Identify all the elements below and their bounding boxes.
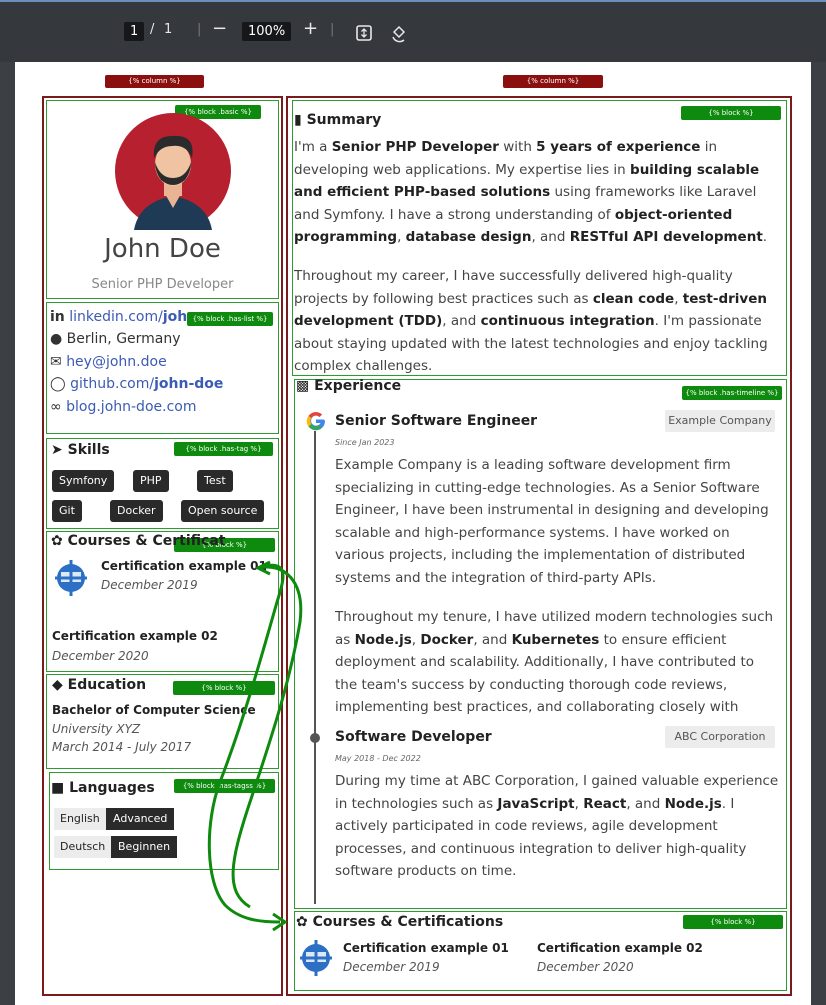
rotate-icon[interactable]	[389, 23, 409, 43]
toolbar-divider: |	[197, 22, 202, 37]
zoom-in-icon[interactable]: +	[303, 18, 318, 39]
pdf-toolbar: 1 / 1 | − 100% + |	[0, 0, 826, 62]
zoom-level-input[interactable]: 100%	[242, 22, 292, 41]
page-total: 1	[164, 22, 173, 37]
page-separator: /	[150, 22, 155, 37]
page-number-input[interactable]: 1	[124, 22, 145, 41]
resume-page: {% column %} {% column %} {% block .basi…	[15, 62, 811, 1005]
fit-page-icon[interactable]	[355, 24, 373, 42]
toolbar-divider: |	[330, 22, 335, 37]
annotation-arrow	[207, 560, 303, 932]
zoom-out-icon[interactable]: −	[212, 18, 227, 39]
